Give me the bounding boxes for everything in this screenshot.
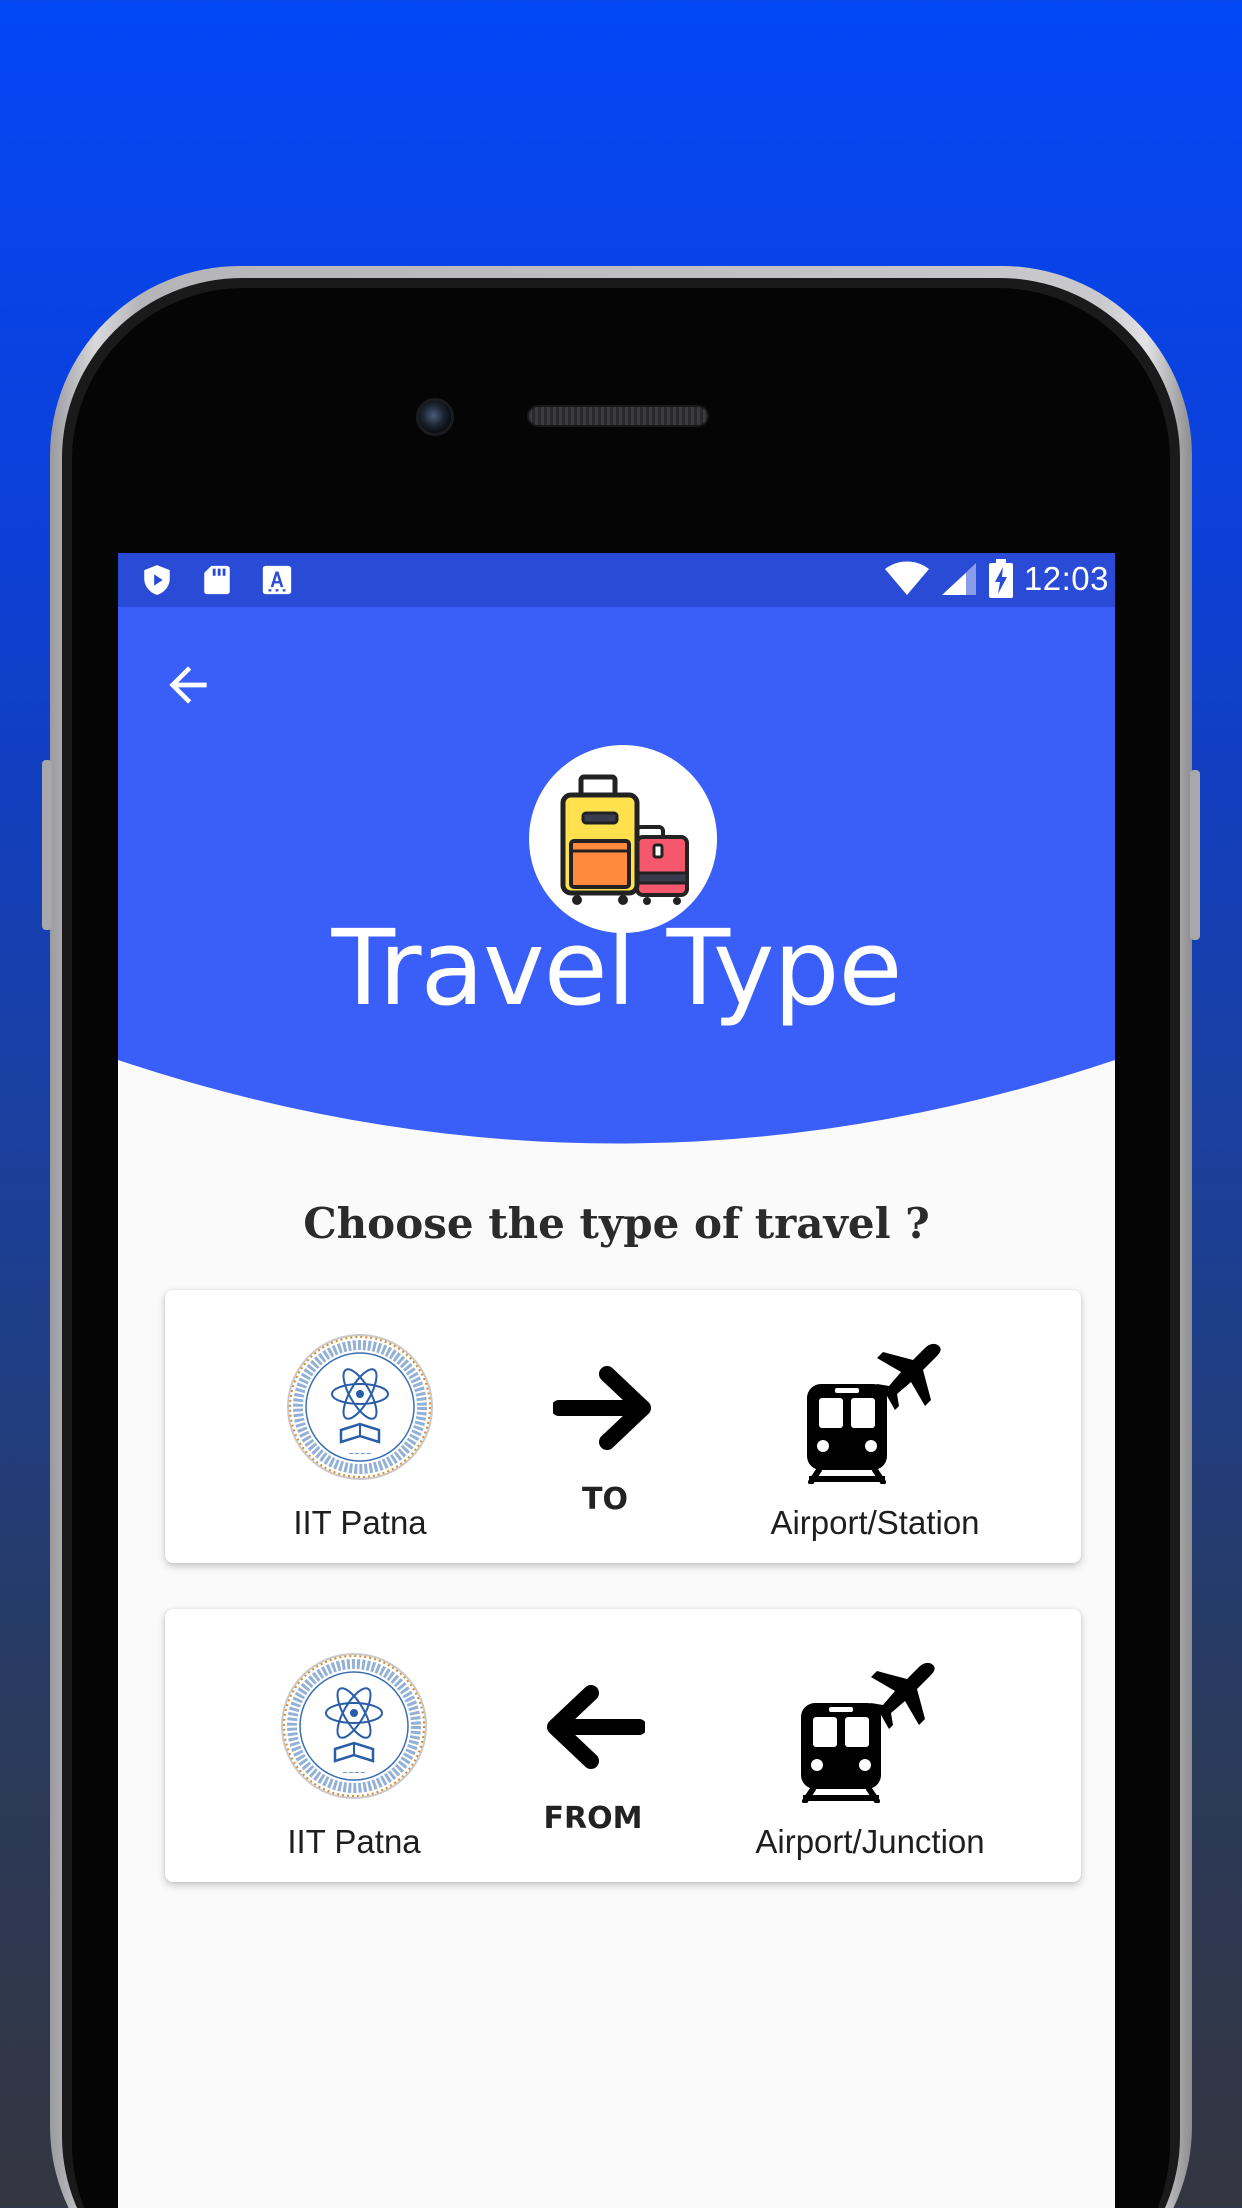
phone-side-button bbox=[1190, 770, 1200, 940]
sd-card-icon bbox=[204, 565, 230, 595]
origin-label: IIT Patna bbox=[287, 1823, 421, 1860]
front-camera bbox=[416, 398, 454, 436]
app-screen: 12:03 Travel Type Choose the type of tra… bbox=[118, 553, 1115, 2208]
header: Travel Type bbox=[118, 607, 1115, 1207]
battery-charging-icon bbox=[988, 559, 1013, 598]
iit-patna-seal-icon: ~~~~ bbox=[281, 1653, 427, 1799]
iit-patna-seal-icon: ~~~~ bbox=[287, 1334, 433, 1480]
train-plane-icon bbox=[801, 1662, 935, 1803]
status-bar: 12:03 bbox=[118, 553, 1115, 607]
question-heading: Choose the type of travel ? bbox=[303, 1199, 930, 1248]
back-arrow-icon[interactable] bbox=[160, 657, 216, 713]
arrow-left-icon bbox=[547, 1685, 645, 1769]
text-a-icon bbox=[262, 565, 292, 595]
svg-text:~~~~: ~~~~ bbox=[342, 1769, 366, 1777]
svg-text:~~~~: ~~~~ bbox=[348, 1450, 372, 1458]
origin-label: IIT Patna bbox=[293, 1504, 427, 1541]
destination-label: Airport/Junction bbox=[755, 1823, 985, 1860]
wifi-icon bbox=[884, 561, 929, 595]
option-card-to[interactable]: ~~~~ IIT Patna TO Airport/Station bbox=[165, 1290, 1081, 1563]
option-card-from[interactable]: ~~~~ IIT Patna FROM Airport/Junction bbox=[165, 1609, 1081, 1882]
status-time: 12:03 bbox=[1023, 560, 1109, 597]
direction-label: TO bbox=[582, 1482, 628, 1517]
phone-side-button bbox=[42, 760, 52, 930]
page-title: Travel Type bbox=[331, 907, 902, 1029]
shield-play-icon bbox=[144, 565, 170, 595]
luggage-logo bbox=[529, 745, 717, 933]
signal-icon bbox=[941, 563, 976, 595]
train-plane-icon bbox=[807, 1343, 941, 1484]
arrow-right-icon bbox=[553, 1366, 651, 1450]
luggage-icon bbox=[560, 774, 689, 905]
earpiece-speaker bbox=[527, 405, 709, 427]
direction-label: FROM bbox=[543, 1801, 643, 1836]
destination-label: Airport/Station bbox=[770, 1504, 980, 1541]
